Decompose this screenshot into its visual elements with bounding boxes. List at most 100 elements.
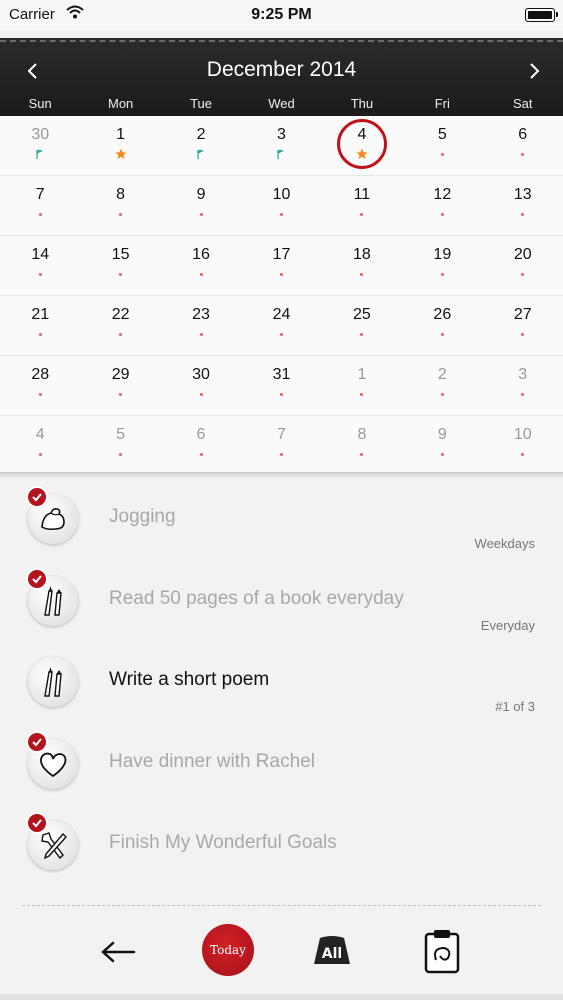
event-dot [199,272,203,276]
calendar-day[interactable]: 31 [241,356,321,415]
calendar-day[interactable]: 11 [322,176,402,235]
day-marker [241,448,321,460]
calendar-day[interactable]: 30 [161,356,241,415]
calendar-day[interactable]: 3 [241,116,321,175]
day-marker [0,148,80,160]
goal-title: Read 50 pages of a book everyday [109,587,404,609]
day-number: 16 [192,246,210,263]
event-dot [360,212,364,216]
day-number: 4 [35,426,45,443]
day-number: 19 [433,246,452,263]
day-number: 31 [272,366,291,383]
day-marker [322,268,402,280]
calendar-day[interactable]: 6 [161,416,241,476]
goal-item[interactable]: Read 50 pages of a book everyday Everyday [0,560,563,642]
day-marker [322,148,402,160]
battery-icon [525,8,558,22]
day-number: 2 [437,366,447,383]
day-number: 21 [31,306,50,323]
calendar-day[interactable]: 9 [402,416,482,476]
calendar-day[interactable]: 2 [161,116,241,175]
star-icon [356,148,368,159]
day-marker [241,208,321,220]
event-dot [279,392,283,396]
calendar-day[interactable]: 16 [161,236,241,295]
calendar-day[interactable]: 22 [80,296,160,355]
goals-list: Jogging Weekdays Read 50 pages of a book e… [0,478,563,898]
calendar-day[interactable]: 10 [483,416,563,476]
event-dot [440,152,444,156]
calendar-day[interactable]: 8 [80,176,160,235]
calendar-day[interactable]: 7 [241,416,321,476]
calendar-day[interactable]: 26 [402,296,482,355]
calendar-day[interactable]: 21 [0,296,80,355]
calendar-day[interactable]: 5 [80,416,160,476]
event-dot [199,212,203,216]
calendar-day[interactable]: 9 [161,176,241,235]
goal-item[interactable]: Jogging Weekdays [0,478,563,560]
day-number: 13 [513,186,532,203]
calendar-day[interactable]: 4 [0,416,80,476]
day-number: 7 [277,426,286,443]
day-marker [241,268,321,280]
all-goals-button[interactable]: All [310,928,354,972]
calendar-day[interactable]: 3 [483,356,563,415]
day-number: 22 [111,306,130,323]
checkmark-icon [26,730,48,753]
calendar-day[interactable]: 27 [483,296,563,355]
calendar-day[interactable]: 8 [322,416,402,476]
calendar-day[interactable]: 12 [402,176,482,235]
checkmark-icon [26,812,48,834]
calendar-day-today[interactable]: 4 [322,116,402,175]
event-dot [38,332,42,336]
day-number: 11 [353,186,371,203]
day-number: 25 [353,306,371,323]
goal-item[interactable]: Have dinner with Rachel [0,723,563,805]
goal-item[interactable]: Finish My Wonderful Goals [0,804,563,886]
calendar-day[interactable]: 23 [161,296,241,355]
calendar-day[interactable]: 10 [241,176,321,235]
calendar-day[interactable]: 14 [0,236,80,295]
day-marker [80,268,160,280]
calendar-day[interactable]: 30 [0,116,80,175]
day-number: 8 [357,426,367,443]
day-marker [483,448,563,460]
calendar-day[interactable]: 18 [322,236,402,295]
notes-button[interactable] [422,926,462,974]
calendar-day[interactable]: 6 [483,116,563,175]
day-marker [483,208,563,220]
day-marker [402,148,482,160]
calendar-day[interactable]: 7 [0,176,80,235]
event-dot [521,212,525,216]
calendar-day[interactable]: 1 [80,116,160,175]
calendar-day[interactable]: 13 [483,176,563,235]
goal-title: Have dinner with Rachel [109,750,315,772]
next-month-button[interactable] [519,56,549,86]
day-marker [322,208,402,220]
checkmark-icon [26,567,48,590]
calendar-day[interactable]: 24 [241,296,321,355]
calendar-day[interactable]: 29 [80,356,160,415]
calendar-day[interactable]: 17 [241,236,321,295]
calendar-day[interactable]: 20 [483,236,563,295]
flag-icon [197,149,205,159]
weekday-label: Sat [512,96,533,111]
day-marker [483,268,563,280]
day-number: 1 [357,366,367,383]
calendar-day[interactable]: 5 [402,116,482,175]
back-button[interactable] [98,934,138,970]
weekday-label: Mon [107,96,134,111]
day-marker [322,328,402,340]
event-dot [440,332,444,336]
today-button[interactable]: Today [202,924,254,976]
calendar-day[interactable]: 1 [322,356,402,415]
goal-item[interactable]: Write a short poem #1 of 3 [0,641,563,723]
day-marker [402,448,482,460]
calendar-day[interactable]: 25 [322,296,402,355]
weekday-label: Sun [28,96,52,111]
day-number: 24 [272,306,291,323]
calendar-day[interactable]: 2 [402,356,482,415]
calendar-day[interactable]: 19 [402,236,482,295]
calendar-day[interactable]: 28 [0,356,80,415]
calendar-day[interactable]: 15 [80,236,160,295]
